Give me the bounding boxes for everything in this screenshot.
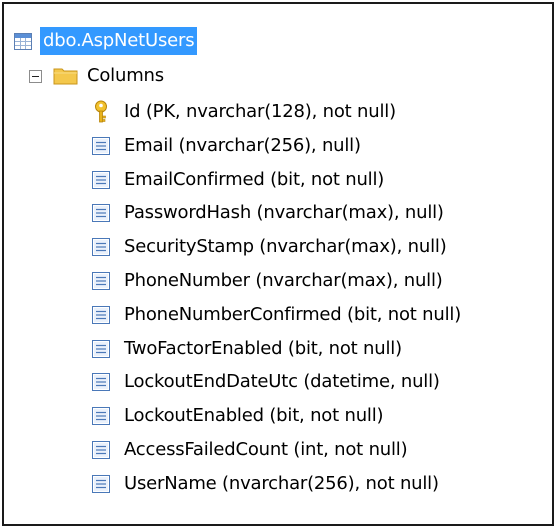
columns-folder-label: Columns <box>87 65 164 86</box>
column-icon <box>92 475 110 493</box>
column-icon <box>92 373 110 391</box>
collapse-toggle-icon[interactable] <box>29 69 42 83</box>
column-label: LockoutEnabled (bit, not null) <box>124 405 384 426</box>
tree-node-column[interactable]: LockoutEnabled (bit, not null) <box>92 401 384 431</box>
tree-node-column[interactable]: PhoneNumber (nvarchar(max), null) <box>92 266 443 296</box>
tree-node-column[interactable]: Email (nvarchar(256), null) <box>92 131 361 161</box>
column-label: Id (PK, nvarchar(128), not null) <box>124 101 396 122</box>
tree-node-column[interactable]: SecurityStamp (nvarchar(max), null) <box>92 232 447 262</box>
column-icon <box>92 441 110 459</box>
column-label: LockoutEndDateUtc (datetime, null) <box>124 371 440 392</box>
tree-node-table[interactable]: dbo.AspNetUsers <box>14 26 198 56</box>
tree-node-column[interactable]: TwoFactorEnabled (bit, not null) <box>92 334 402 364</box>
tree-node-column[interactable]: LockoutEndDateUtc (datetime, null) <box>92 367 440 397</box>
column-icon <box>92 171 110 189</box>
column-icon <box>92 272 110 290</box>
tree-node-column[interactable]: PhoneNumberConfirmed (bit, not null) <box>92 300 461 330</box>
column-label: AccessFailedCount (int, not null) <box>124 439 408 460</box>
column-icon <box>92 407 110 425</box>
column-label: Email (nvarchar(256), null) <box>124 135 361 156</box>
key-icon <box>92 100 110 124</box>
tree-node-column[interactable]: PasswordHash (nvarchar(max), null) <box>92 198 444 228</box>
column-label: PhoneNumber (nvarchar(max), null) <box>124 270 443 291</box>
column-label: PasswordHash (nvarchar(max), null) <box>124 202 444 223</box>
tree-node-column[interactable]: EmailConfirmed (bit, not null) <box>92 165 384 195</box>
folder-icon <box>53 66 79 86</box>
column-icon <box>92 204 110 222</box>
column-icon <box>92 238 110 256</box>
object-explorer-tree: dbo.AspNetUsers Columns Id (PK, nvarchar… <box>2 2 554 526</box>
column-label: PhoneNumberConfirmed (bit, not null) <box>124 304 462 325</box>
column-label: SecurityStamp (nvarchar(max), null) <box>124 236 447 257</box>
column-label: EmailConfirmed (bit, not null) <box>124 169 385 190</box>
table-icon <box>14 32 32 50</box>
tree-node-column[interactable]: AccessFailedCount (int, not null) <box>92 435 408 465</box>
column-label: UserName (nvarchar(256), not null) <box>124 473 439 494</box>
column-label: TwoFactorEnabled (bit, not null) <box>124 338 402 359</box>
table-node-label[interactable]: dbo.AspNetUsers <box>40 27 198 55</box>
column-icon <box>92 306 110 324</box>
tree-node-column[interactable]: UserName (nvarchar(256), not null) <box>92 469 439 499</box>
column-icon <box>92 340 110 358</box>
tree-node-column-primary-key[interactable]: Id (PK, nvarchar(128), not null) <box>92 97 396 127</box>
column-icon <box>92 137 110 155</box>
tree-node-columns-folder[interactable]: Columns <box>29 61 164 91</box>
